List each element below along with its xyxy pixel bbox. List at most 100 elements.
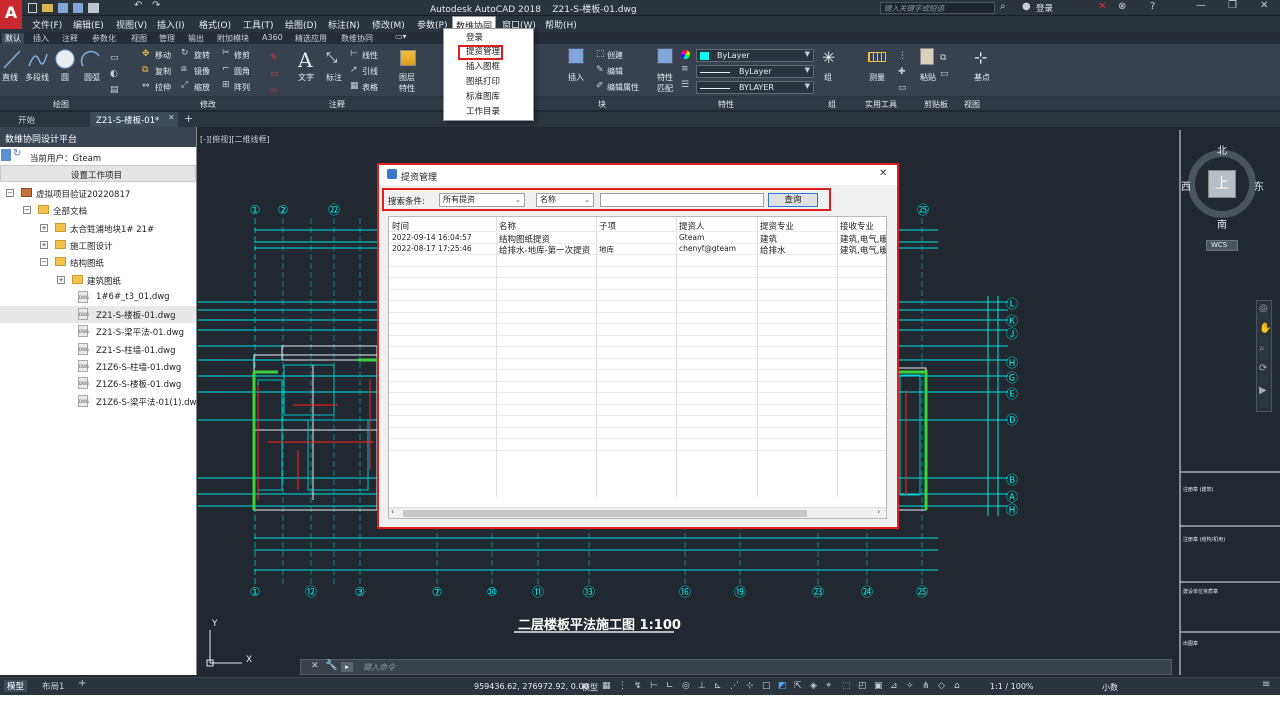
menu-item-insert-frame[interactable]: 插入图框 [444,60,534,74]
tab-manage[interactable]: 管理 [159,33,175,44]
tab-output[interactable]: 输出 [188,33,204,44]
circle-icon[interactable] [54,48,76,70]
status-toggle-icon[interactable]: ⬚ [842,681,854,693]
trim-icon[interactable]: ✂ [222,48,230,58]
status-toggle-icon[interactable]: ⊿ [890,681,902,693]
modify-extra-icons[interactable]: ✎ ▭ ⌓ [270,50,279,98]
status-toggle-icon[interactable]: ✧ [906,681,918,693]
status-toggle-icon[interactable]: ⇱ [794,681,806,693]
panel-block[interactable]: 块 [598,99,606,110]
zoom-icon[interactable]: ⌕ [1259,343,1265,354]
menu-item-library[interactable]: 标准图库 [444,90,534,104]
edit-block-icon[interactable]: ✎ [596,65,604,75]
text-icon[interactable]: A [298,48,312,72]
annotation-scale[interactable]: 1:1 / 100% [990,682,1034,691]
search-text-input[interactable] [600,193,764,207]
tab-featured[interactable]: 精选应用 [295,33,327,44]
new-tab-icon[interactable]: + [184,112,193,125]
restore-button[interactable]: ❐ [1228,0,1237,11]
scroll-thumb[interactable] [403,510,807,517]
scale-icon[interactable]: ⤢ [181,80,188,90]
compass-south[interactable]: 南 [1217,216,1227,231]
tab-addins[interactable]: 附加模块 [217,33,249,44]
panel-utilities[interactable]: 实用工具 [865,99,897,110]
copy-button[interactable]: 复制 [155,66,171,77]
viewcube[interactable]: 上 北 南 东 西 WCS [1181,140,1278,251]
account-icon[interactable]: ● [1022,1,1031,12]
coordinates-readout[interactable]: 959436.62, 276972.92, 0.00 [474,682,589,691]
mirror-icon[interactable]: ⧈ [181,64,187,74]
panel-view[interactable]: 视图 [964,99,980,110]
move-icon[interactable]: ✥ [142,49,150,59]
linear-icon[interactable]: ⊢ [350,49,358,59]
panel-draw[interactable]: 绘图 [53,99,69,110]
orbit-icon[interactable]: ⟳ [1259,363,1267,374]
color-wheel-icon[interactable] [681,50,690,59]
stretch-icon[interactable]: ⇔ [142,81,150,91]
open-icon[interactable] [42,4,53,12]
draw-small-icons[interactable]: ▭ ◐ ▤ [110,50,119,98]
status-toggle-icon[interactable]: ⊥ [698,681,710,693]
help-icon[interactable]: ? [1150,1,1155,12]
status-toggle-icon[interactable]: ▣ [874,681,886,693]
tab-default[interactable]: 默认 [2,33,24,44]
status-toggle-icon[interactable]: ◩ [778,681,790,693]
status-toggle-icon[interactable]: ◈ [810,681,822,693]
redo-icon[interactable]: ↷ [152,0,160,11]
dialog-titlebar[interactable]: 提资管理 ✕ [379,165,897,185]
menu-insert[interactable]: 插入(I) [157,18,185,31]
status-toggle-icon[interactable]: ◰ [858,681,870,693]
status-toggle-icon[interactable]: ⌂ [954,681,966,693]
tree-folder-item[interactable]: + 施工图设计 [0,237,196,254]
cmd-prompt-icon[interactable]: ▸ [341,662,353,672]
saveas-icon[interactable] [73,3,83,13]
table-button[interactable]: 表格 [362,82,378,93]
edit-block-button[interactable]: 编辑 [607,66,623,77]
tab-start[interactable]: 开始 [18,114,35,126]
menu-help[interactable]: 帮助(H) [545,18,577,31]
wrench-icon[interactable]: 🔧 [325,660,337,671]
tab-view[interactable]: 视图 [131,33,147,44]
close-button[interactable]: ✕ [1260,0,1268,11]
status-toggle-icon[interactable]: ⋮ [618,681,630,693]
fillet-button[interactable]: 圆角 [234,66,250,77]
menu-tools[interactable]: 工具(T) [243,18,274,31]
edit-attr-button[interactable]: 编辑属性 [607,82,639,93]
menu-item-workdir[interactable]: 工作目录 [444,105,534,119]
tree-folder-item[interactable]: + 建筑图纸 [0,272,196,289]
plot-icon[interactable] [88,3,99,13]
tree-folder-item[interactable]: − 全部文档 [0,202,196,219]
menu-draw[interactable]: 绘图(D) [285,18,317,31]
sign-in-link[interactable]: 登录 [1036,2,1053,14]
search-icon[interactable]: ⌕ [1000,1,1006,12]
tree-folder-item[interactable]: − 结构图纸 [0,254,196,271]
status-toggle-icon[interactable]: ⊢ [650,681,662,693]
panel-modify[interactable]: 修改 [200,99,216,110]
line-icon[interactable] [2,48,22,70]
tab-a360[interactable]: A360 [262,33,283,42]
model-space-button[interactable]: 模型 [582,682,598,693]
status-toggle-icon[interactable]: ▦ [602,681,614,693]
status-toggle-icon[interactable]: ◇ [938,681,950,693]
collapse-icon[interactable]: − [6,189,14,197]
new-icon[interactable] [28,3,37,13]
menu-modify[interactable]: 修改(M) [372,18,405,31]
tree-file-item[interactable]: DWG 1#6#_t3_01.dwg [0,289,196,306]
layer-properties-icon[interactable] [400,50,416,66]
create-block-icon[interactable]: ⬚ [596,49,605,59]
autocad-logo[interactable]: A [0,0,22,29]
linetype-select[interactable]: ByLayer ▼ [696,65,814,78]
tab-parametric[interactable]: 参数化 [92,33,116,44]
status-toggle-icon[interactable]: ⊾ [714,681,726,693]
fillet-icon[interactable]: ⌐ [222,64,230,74]
copy-icon[interactable]: ⧉ [142,65,148,75]
panel-clipboard[interactable]: 剪贴板 [924,99,948,110]
menu-item-print[interactable]: 图纸打印 [444,75,534,89]
compass-west[interactable]: 西 [1181,178,1191,193]
filter-select[interactable]: 所有提资 ⌄ [439,193,525,207]
scroll-left-icon[interactable]: ‹ [391,507,394,516]
polyline-icon[interactable] [27,48,49,70]
menu-view[interactable]: 视图(V) [116,18,147,31]
scroll-right-icon[interactable]: › [877,507,880,516]
viewcube-face[interactable]: 上 [1208,170,1236,198]
